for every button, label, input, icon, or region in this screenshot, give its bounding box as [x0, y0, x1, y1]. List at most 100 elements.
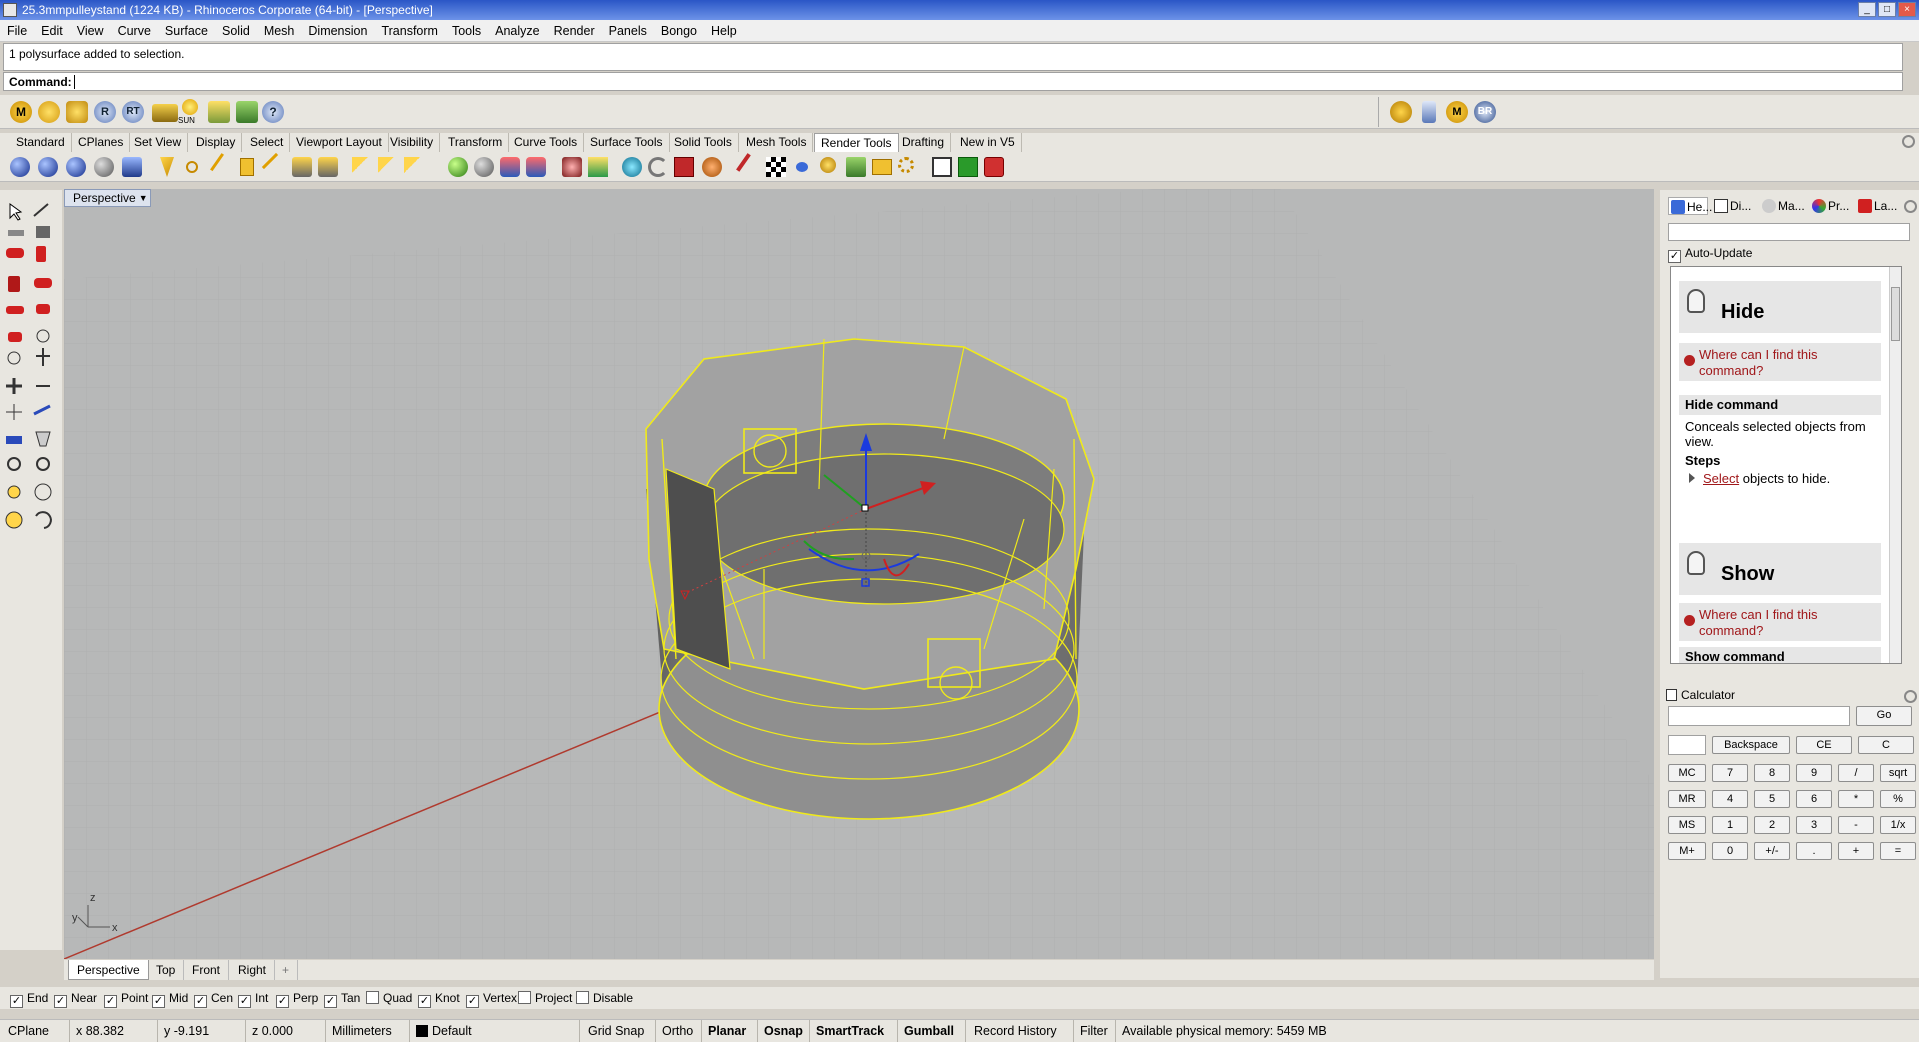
status-filter[interactable]: Filter: [1074, 1020, 1116, 1042]
sun-icon[interactable]: [182, 99, 198, 115]
status-ortho[interactable]: Ortho: [656, 1020, 702, 1042]
osnap-near[interactable]: ✓ Near: [54, 990, 97, 1008]
tab-cplanes[interactable]: CPlanes: [72, 133, 131, 152]
status-layer[interactable]: Default: [410, 1020, 580, 1042]
calc-btn-multiply[interactable]: *: [1838, 790, 1874, 808]
texture-mapping-icon[interactable]: [588, 157, 608, 177]
environment-icon[interactable]: [208, 101, 230, 123]
viewport-tab-perspective[interactable]: Perspective: [68, 960, 149, 980]
material-editor-icon[interactable]: [448, 157, 468, 177]
help-hide-where-link[interactable]: Where can I find this command?: [1679, 343, 1881, 381]
perspective-viewport[interactable]: x z y Perspective ▼: [64, 189, 1654, 959]
render-lens-icon[interactable]: [122, 157, 142, 177]
render-sphere-icon[interactable]: [10, 157, 30, 177]
calc-btn-7[interactable]: 7: [1712, 764, 1748, 782]
light-aim-icon[interactable]: [378, 157, 398, 177]
select-arrow-icon[interactable]: [9, 203, 23, 221]
menu-solid[interactable]: Solid: [215, 20, 257, 42]
checker-texture-icon[interactable]: [766, 157, 786, 177]
tab-new-in-v5[interactable]: New in V5: [954, 133, 1022, 152]
sun-settings-icon[interactable]: [898, 157, 914, 173]
calc-btn-plus[interactable]: +: [1838, 842, 1874, 860]
curve-tool-icon[interactable]: [6, 248, 24, 258]
arc-tool-icon[interactable]: [8, 276, 20, 292]
surface-tool-icon[interactable]: [8, 332, 22, 342]
viewport-tab-add[interactable]: +: [274, 960, 299, 980]
menu-mesh[interactable]: Mesh: [257, 20, 302, 42]
calc-btn-decimal[interactable]: .: [1796, 842, 1832, 860]
calc-btn-8[interactable]: 8: [1754, 764, 1790, 782]
calculator-settings-gear-icon[interactable]: [1904, 690, 1917, 703]
zoom-extents-icon[interactable]: [7, 485, 21, 499]
tab-render-tools[interactable]: Render Tools: [814, 133, 899, 152]
viewport-properties-icon[interactable]: [932, 157, 952, 177]
panel-tab-display[interactable]: Di...: [1712, 197, 1756, 215]
spotlight-icon[interactable]: [160, 157, 174, 177]
viewport-tab-front[interactable]: Front: [184, 960, 230, 980]
tag-icon[interactable]: [66, 101, 88, 123]
menu-analyze[interactable]: Analyze: [488, 20, 546, 42]
basketball-icon[interactable]: [702, 157, 722, 177]
calc-btn-2[interactable]: 2: [1754, 816, 1790, 834]
select-link[interactable]: Select: [1703, 471, 1739, 486]
rhino-app-icon[interactable]: [3, 3, 17, 17]
menu-bongo[interactable]: Bongo: [654, 20, 704, 42]
viewport-menu-chevron-icon[interactable]: ▼: [139, 190, 148, 206]
zoom-window-icon[interactable]: [36, 457, 50, 471]
calc-btn-mr[interactable]: MR: [1668, 790, 1706, 808]
minimize-button[interactable]: _: [1858, 2, 1876, 17]
menu-curve[interactable]: Curve: [111, 20, 158, 42]
record-icon[interactable]: [984, 157, 1004, 177]
status-cplane[interactable]: CPlane: [2, 1020, 70, 1042]
m-plugin-icon[interactable]: M: [10, 101, 32, 123]
osnap-disable[interactable]: Disable: [576, 990, 633, 1006]
calc-btn-mc[interactable]: MC: [1668, 764, 1706, 782]
osnap-vertex[interactable]: ✓ Vertex: [466, 990, 517, 1008]
osnap-project-checkbox[interactable]: [518, 991, 531, 1004]
calc-btn-percent[interactable]: %: [1880, 790, 1916, 808]
calculator-go-button[interactable]: Go: [1856, 706, 1912, 726]
extrude-tool-icon[interactable]: [36, 329, 50, 343]
calc-btn-0[interactable]: 0: [1712, 842, 1748, 860]
light-target-icon[interactable]: [352, 157, 372, 177]
panel-tab-help[interactable]: He...: [1668, 197, 1712, 215]
dot-icon[interactable]: [796, 162, 808, 172]
bongo-icon[interactable]: [1422, 101, 1436, 123]
material-match-icon[interactable]: [500, 157, 520, 177]
calc-btn-negate[interactable]: +/-: [1754, 842, 1790, 860]
calc-btn-divide[interactable]: /: [1838, 764, 1874, 782]
calc-btn-6[interactable]: 6: [1796, 790, 1832, 808]
turntable-icon[interactable]: [820, 157, 836, 173]
osnap-int-checkbox[interactable]: ✓: [238, 995, 251, 1008]
status-record-history[interactable]: Record History: [968, 1020, 1074, 1042]
osnap-project[interactable]: Project: [518, 990, 572, 1006]
material-library-icon[interactable]: [526, 157, 546, 177]
osnap-mid-checkbox[interactable]: ✓: [152, 995, 165, 1008]
osnap-cen[interactable]: ✓ Cen: [194, 990, 233, 1008]
status-units[interactable]: Millimeters: [326, 1020, 410, 1042]
folder-icon[interactable]: [872, 159, 892, 175]
menu-transform[interactable]: Transform: [374, 20, 445, 42]
render-mesh-icon[interactable]: [846, 157, 866, 177]
panel-tab-properties[interactable]: Pr...: [1810, 197, 1856, 215]
environment-editor-icon[interactable]: [622, 157, 642, 177]
calculator-ce-button[interactable]: CE: [1796, 736, 1852, 754]
osnap-quad-checkbox[interactable]: [366, 991, 379, 1004]
dimension-tool-icon[interactable]: [35, 431, 51, 447]
polyline-tool-icon[interactable]: [36, 226, 50, 238]
osnap-perp[interactable]: ✓ Perp: [276, 990, 318, 1008]
point-tool-icon[interactable]: [33, 203, 49, 217]
play-icon[interactable]: [958, 157, 978, 177]
material-assign-icon[interactable]: [474, 157, 494, 177]
directional-light-icon[interactable]: [210, 153, 238, 181]
m-icon[interactable]: M: [1446, 101, 1468, 123]
tab-mesh-tools[interactable]: Mesh Tools: [740, 133, 814, 152]
auto-update-option[interactable]: ✓ Auto-Update: [1668, 246, 1752, 263]
polygon-tool-icon[interactable]: [36, 304, 50, 314]
analyze-tool-icon[interactable]: [6, 436, 22, 444]
tab-select[interactable]: Select: [244, 133, 291, 152]
light-icon[interactable]: [152, 104, 178, 122]
close-button[interactable]: ×: [1898, 2, 1916, 17]
osnap-point[interactable]: ✓ Point: [104, 990, 148, 1008]
calc-btn-reciprocal[interactable]: 1/x: [1880, 816, 1916, 834]
